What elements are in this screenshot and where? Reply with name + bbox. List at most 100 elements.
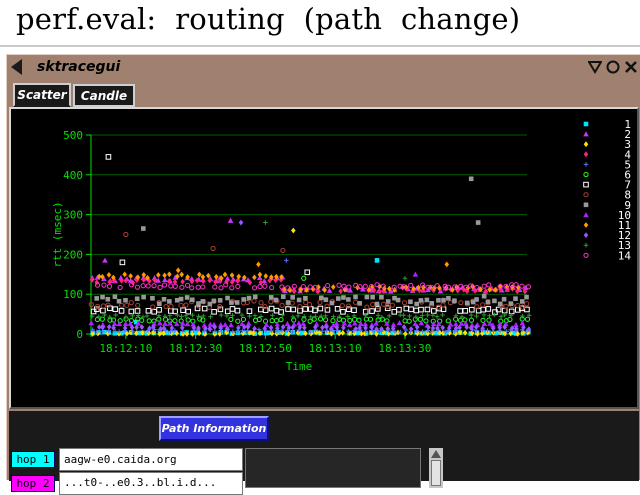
data-point — [157, 301, 162, 307]
data-point — [379, 294, 384, 300]
data-point — [229, 300, 234, 305]
legend-marker — [583, 121, 589, 127]
data-point — [474, 297, 479, 302]
scatter-panel: 0 100 200 300 400 500 18:12:10 18:12:30 18:12:50… — [9, 107, 639, 409]
close-x-icon[interactable] — [623, 58, 638, 75]
data-point — [273, 297, 279, 303]
data-point — [217, 298, 223, 303]
data-point — [161, 296, 167, 302]
data-point — [385, 299, 391, 304]
data-point — [524, 294, 529, 300]
y-axis-label: rtt (msec) — [51, 201, 64, 267]
outlier-point — [475, 220, 481, 225]
hop-1-host-field[interactable]: aagw-e0.caida.org — [59, 448, 243, 471]
data-point — [492, 298, 497, 304]
data-point — [184, 295, 190, 300]
data-point — [100, 294, 105, 300]
data-point — [196, 301, 201, 306]
data-point — [94, 296, 99, 301]
outlier-point — [374, 258, 380, 263]
window-controls — [587, 58, 638, 75]
legend-marker — [583, 202, 589, 208]
hop-2-host-field[interactable]: ...t0-..e0.3..bl.i.d... — [59, 472, 243, 495]
outlier-point — [468, 176, 474, 182]
scroll-up-arrow-icon[interactable] — [431, 450, 441, 458]
data-point — [112, 294, 118, 299]
x-tick-label: 18:12:30 — [169, 342, 222, 355]
menu-triangle-icon[interactable] — [587, 58, 602, 75]
y-tick-label: 0 — [76, 328, 83, 341]
outlier-point — [141, 226, 146, 231]
data-point — [464, 300, 470, 306]
x-tick-label: 18:12:10 — [99, 342, 152, 355]
y-tick-label: 500 — [63, 129, 83, 142]
data-point — [341, 295, 346, 300]
data-point — [336, 296, 341, 301]
y-tick-label: 200 — [63, 248, 83, 261]
data-point — [370, 294, 375, 300]
data-point — [452, 298, 457, 304]
sktracegui-window: sktracegui Scatter Candle 0 100 200 300 400 5… — [6, 54, 640, 495]
data-point — [481, 293, 487, 299]
data-point — [105, 296, 111, 302]
data-point — [290, 295, 295, 300]
data-point — [280, 294, 286, 299]
y-tick-label: 100 — [63, 288, 83, 301]
data-point — [303, 296, 308, 301]
data-point — [225, 295, 230, 301]
slide-title: perf.eval: routing (path change) — [16, 2, 521, 36]
data-point — [190, 297, 195, 303]
data-point — [395, 297, 401, 303]
x-tick-label: 18:13:30 — [378, 342, 431, 355]
data-point — [436, 298, 441, 303]
data-point — [357, 301, 362, 306]
title-divider — [0, 45, 640, 47]
data-point — [374, 301, 380, 307]
tab-scatter[interactable]: Scatter — [13, 83, 71, 107]
data-point — [200, 299, 206, 304]
data-point — [268, 295, 274, 300]
data-point — [252, 294, 258, 300]
data-point — [513, 296, 518, 301]
data-point — [501, 296, 507, 302]
data-point — [207, 301, 213, 307]
data-point — [346, 297, 351, 302]
hop-2-button[interactable]: hop 2 — [11, 475, 55, 492]
data-point — [364, 294, 370, 300]
window-title: sktracegui — [37, 59, 121, 75]
data-point — [211, 298, 217, 304]
data-point — [123, 297, 128, 303]
data-point — [178, 296, 184, 302]
data-point — [296, 297, 302, 303]
data-point — [408, 299, 413, 305]
data-point — [424, 297, 430, 303]
data-point — [497, 301, 503, 307]
y-tick-label: 300 — [63, 209, 83, 222]
hop-1-button[interactable]: hop 1 — [11, 451, 55, 468]
window-menu-arrow-icon[interactable] — [11, 59, 22, 75]
data-point — [285, 300, 291, 305]
data-point — [418, 298, 424, 303]
tab-candle[interactable]: Candle — [73, 84, 135, 107]
path-information-button[interactable]: Path Information — [159, 416, 269, 441]
window-titlebar[interactable]: sktracegui — [7, 55, 640, 80]
data-point — [446, 296, 451, 301]
data-point — [246, 295, 252, 301]
data-point — [150, 296, 155, 301]
data-point — [519, 299, 525, 304]
data-point — [116, 298, 122, 304]
data-point — [485, 299, 491, 305]
data-point — [134, 296, 140, 302]
hop-list-scrollbar[interactable] — [429, 448, 443, 488]
data-point — [234, 300, 240, 305]
data-point — [241, 297, 246, 302]
data-point — [441, 297, 446, 303]
x-axis-label: Time — [286, 360, 313, 373]
minimize-circle-icon[interactable] — [605, 58, 620, 75]
data-point — [414, 301, 419, 307]
x-tick-label: 18:12:50 — [239, 342, 292, 355]
data-point — [353, 294, 358, 300]
scroll-thumb[interactable] — [431, 460, 441, 486]
data-point — [329, 300, 335, 306]
data-point — [323, 297, 329, 302]
